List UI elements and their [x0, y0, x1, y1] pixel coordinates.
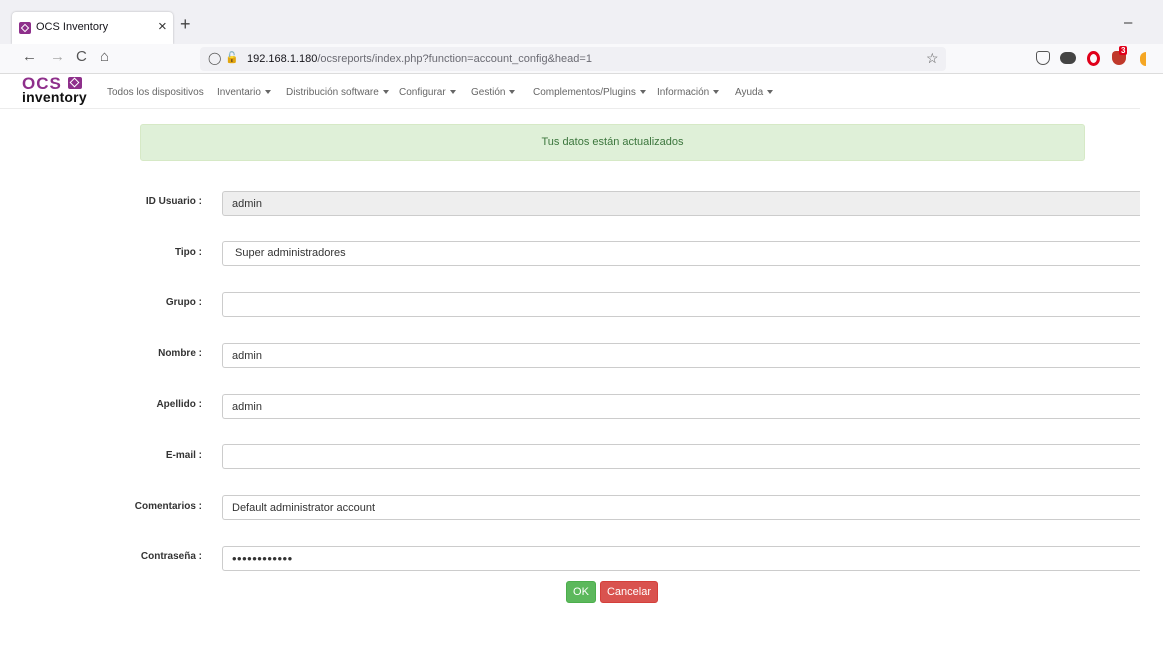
menu-inventario[interactable]: Inventario: [217, 87, 271, 98]
url-host: 192.168.1.180: [247, 53, 318, 65]
password-label: Contraseña :: [140, 551, 202, 562]
caret-down-icon: [449, 90, 456, 95]
group-field[interactable]: [222, 292, 1140, 317]
last-name-field[interactable]: [222, 394, 1140, 419]
email-label: E-mail :: [165, 450, 202, 461]
menu-label: Información: [657, 87, 710, 98]
success-alert: Tus datos están actualizados: [140, 124, 1085, 161]
url-text[interactable]: 192.168.1.180/ocsreports/index.php?funct…: [247, 53, 592, 65]
last-name-label: Apellido :: [156, 399, 202, 410]
mask-extension-icon[interactable]: [1060, 52, 1076, 64]
menu-complementos-plugins[interactable]: Complementos/Plugins: [533, 87, 646, 98]
cancel-button[interactable]: Cancelar: [600, 581, 658, 603]
home-icon[interactable]: ⌂: [100, 48, 109, 65]
tab-title: OCS Inventory: [36, 21, 109, 33]
menu-label: Inventario: [217, 87, 261, 98]
group-label: Grupo :: [165, 297, 202, 308]
opera-extension-icon[interactable]: [1087, 51, 1100, 66]
caret-down-icon: [713, 90, 720, 95]
close-tab-icon[interactable]: ×: [158, 18, 167, 35]
password-field[interactable]: [222, 546, 1140, 571]
menu-label: Configurar: [399, 87, 446, 98]
user-id-label: ID Usuario :: [145, 196, 202, 207]
menu-label: Complementos/Plugins: [533, 87, 636, 98]
ok-button[interactable]: OK: [566, 581, 596, 603]
menu-configurar[interactable]: Configurar: [399, 87, 456, 98]
menu-label: Todos los dispositivos: [107, 87, 204, 98]
back-arrow-icon[interactable]: ←: [22, 48, 37, 65]
logo-inventory-text: inventory: [22, 89, 87, 105]
logo-diamond-icon: [68, 77, 82, 89]
ocs-favicon-icon: [19, 22, 31, 34]
email-field[interactable]: [222, 444, 1140, 469]
caret-down-icon: [264, 90, 271, 95]
ocs-inventory-logo[interactable]: OCS inventory: [22, 74, 92, 105]
forward-arrow-icon[interactable]: →: [50, 48, 65, 65]
menu-label: Ayuda: [735, 87, 764, 98]
insecure-lock-icon[interactable]: 🔓: [225, 51, 239, 64]
comments-field[interactable]: [222, 495, 1140, 520]
tracking-shield-icon[interactable]: ◯: [208, 51, 221, 65]
type-select[interactable]: Super administradores: [222, 241, 1140, 266]
first-name-field[interactable]: [222, 343, 1140, 368]
browser-tab-ocs[interactable]: OCS Inventory ×: [12, 12, 173, 44]
menu-informacion[interactable]: Información: [657, 87, 720, 98]
menu-label: Gestión: [471, 87, 506, 98]
menu-distribucion-software[interactable]: Distribución software: [286, 87, 389, 98]
menu-ayuda[interactable]: Ayuda: [735, 87, 774, 98]
reload-icon[interactable]: C: [76, 48, 87, 65]
comments-label: Comentarios :: [134, 501, 202, 512]
app-navbar: OCS inventory Todos los dispositivos Inv…: [0, 74, 1140, 109]
menu-todos-dispositivos[interactable]: Todos los dispositivos: [107, 87, 204, 98]
browser-toolbar: ← → C ⌂ ◯ 🔓 192.168.1.180/ocsreports/ind…: [0, 44, 1163, 74]
browser-tab-strip: OCS Inventory × + –: [0, 0, 1163, 44]
user-id-field[interactable]: [222, 191, 1140, 216]
new-tab-icon[interactable]: +: [180, 14, 191, 35]
overflow-extension-icon[interactable]: [1140, 52, 1146, 66]
url-path: /ocsreports/index.php?function=account_c…: [317, 53, 592, 65]
caret-down-icon: [639, 90, 646, 95]
bookmark-star-icon[interactable]: ☆: [926, 50, 939, 67]
address-bar[interactable]: ◯ 🔓 192.168.1.180/ocsreports/index.php?f…: [200, 47, 946, 71]
pocket-icon[interactable]: [1036, 51, 1050, 65]
menu-label: Distribución software: [286, 87, 379, 98]
caret-down-icon: [767, 90, 774, 95]
menu-gestion[interactable]: Gestión: [471, 87, 516, 98]
first-name-label: Nombre :: [158, 348, 202, 359]
caret-down-icon: [509, 90, 516, 95]
caret-down-icon: [382, 90, 389, 95]
minimize-window-icon[interactable]: –: [1124, 14, 1132, 31]
type-label: Tipo :: [174, 247, 202, 258]
extension-badge: 3: [1119, 46, 1128, 55]
